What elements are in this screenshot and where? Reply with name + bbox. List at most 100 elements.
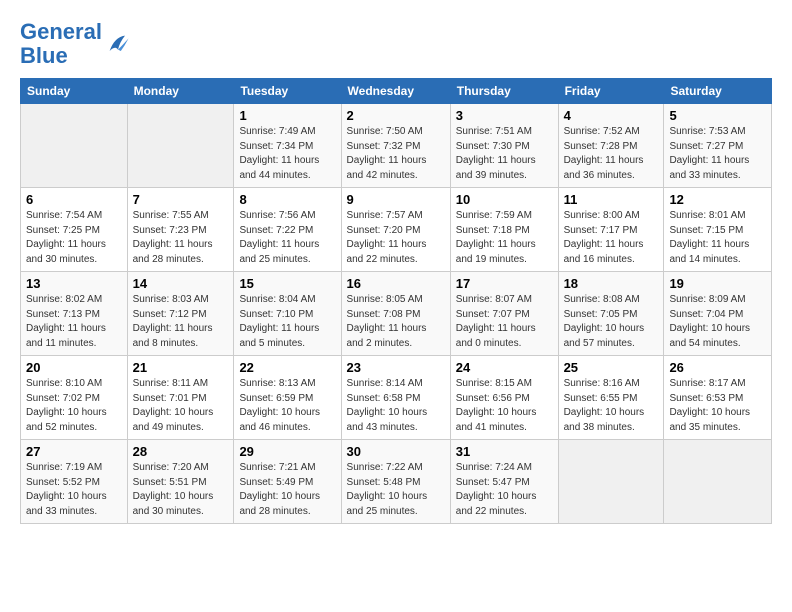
day-info: Sunrise: 7:19 AM Sunset: 5:52 PM Dayligh…: [26, 461, 122, 519]
day-info: Sunrise: 8:15 AM Sunset: 6:56 PM Dayligh…: [456, 377, 553, 435]
day-number: 14: [133, 276, 229, 291]
day-number: 2: [347, 108, 445, 123]
day-number: 6: [26, 192, 122, 207]
day-number: 12: [669, 192, 766, 207]
day-number: 9: [347, 192, 445, 207]
day-number: 31: [456, 444, 553, 459]
day-number: 26: [669, 360, 766, 375]
day-cell: [21, 104, 128, 188]
day-cell: 8 Sunrise: 7:56 AM Sunset: 7:22 PM Daylig…: [234, 188, 341, 272]
day-cell: 24 Sunrise: 8:15 AM Sunset: 6:56 PM Dayli…: [450, 356, 558, 440]
day-number: 24: [456, 360, 553, 375]
day-cell: 20 Sunrise: 8:10 AM Sunset: 7:02 PM Dayli…: [21, 356, 128, 440]
day-number: 10: [456, 192, 553, 207]
day-info: Sunrise: 8:14 AM Sunset: 6:58 PM Dayligh…: [347, 377, 445, 435]
day-info: Sunrise: 8:16 AM Sunset: 6:55 PM Dayligh…: [564, 377, 659, 435]
day-number: 3: [456, 108, 553, 123]
day-cell: 29 Sunrise: 7:21 AM Sunset: 5:49 PM Dayli…: [234, 440, 341, 524]
day-cell: 30 Sunrise: 7:22 AM Sunset: 5:48 PM Dayli…: [341, 440, 450, 524]
day-number: 25: [564, 360, 659, 375]
day-number: 16: [347, 276, 445, 291]
day-number: 28: [133, 444, 229, 459]
day-number: 29: [239, 444, 335, 459]
day-cell: 3 Sunrise: 7:51 AM Sunset: 7:30 PM Daylig…: [450, 104, 558, 188]
day-info: Sunrise: 8:11 AM Sunset: 7:01 PM Dayligh…: [133, 377, 229, 435]
day-info: Sunrise: 7:57 AM Sunset: 7:20 PM Dayligh…: [347, 209, 445, 267]
day-cell: 13 Sunrise: 8:02 AM Sunset: 7:13 PM Dayli…: [21, 272, 128, 356]
weekday-header-wednesday: Wednesday: [341, 79, 450, 104]
week-row-3: 13 Sunrise: 8:02 AM Sunset: 7:13 PM Dayli…: [21, 272, 772, 356]
day-cell: 28Sunrise: 7:20 AM Sunset: 5:51 PM Dayli…: [127, 440, 234, 524]
day-info: Sunrise: 7:54 AM Sunset: 7:25 PM Dayligh…: [26, 209, 122, 267]
day-info: Sunrise: 7:49 AM Sunset: 7:34 PM Dayligh…: [239, 125, 335, 183]
day-cell: 25 Sunrise: 8:16 AM Sunset: 6:55 PM Dayli…: [558, 356, 664, 440]
day-info: Sunrise: 7:52 AM Sunset: 7:28 PM Dayligh…: [564, 125, 659, 183]
day-number: 21: [133, 360, 229, 375]
day-number: 18: [564, 276, 659, 291]
week-row-4: 20 Sunrise: 8:10 AM Sunset: 7:02 PM Dayli…: [21, 356, 772, 440]
header: General Blue: [20, 16, 772, 68]
day-number: 19: [669, 276, 766, 291]
day-info: Sunrise: 7:50 AM Sunset: 7:32 PM Dayligh…: [347, 125, 445, 183]
week-row-2: 6 Sunrise: 7:54 AM Sunset: 7:25 PM Daylig…: [21, 188, 772, 272]
page: General Blue SundayMondayTuesdayWednesda…: [0, 0, 792, 544]
day-info: Sunrise: 7:21 AM Sunset: 5:49 PM Dayligh…: [239, 461, 335, 519]
day-info: Sunrise: 7:22 AM Sunset: 5:48 PM Dayligh…: [347, 461, 445, 519]
day-cell: 7 Sunrise: 7:55 AM Sunset: 7:23 PM Daylig…: [127, 188, 234, 272]
week-row-1: 1 Sunrise: 7:49 AM Sunset: 7:34 PM Daylig…: [21, 104, 772, 188]
day-cell: 1 Sunrise: 7:49 AM Sunset: 7:34 PM Daylig…: [234, 104, 341, 188]
day-number: 4: [564, 108, 659, 123]
day-cell: 15 Sunrise: 8:04 AM Sunset: 7:10 PM Dayli…: [234, 272, 341, 356]
day-number: 15: [239, 276, 335, 291]
weekday-header-row: SundayMondayTuesdayWednesdayThursdayFrid…: [21, 79, 772, 104]
day-info: Sunrise: 8:00 AM Sunset: 7:17 PM Dayligh…: [564, 209, 659, 267]
day-info: Sunrise: 7:59 AM Sunset: 7:18 PM Dayligh…: [456, 209, 553, 267]
weekday-header-sunday: Sunday: [21, 79, 128, 104]
day-number: 8: [239, 192, 335, 207]
day-cell: 2 Sunrise: 7:50 AM Sunset: 7:32 PM Daylig…: [341, 104, 450, 188]
day-cell: 11 Sunrise: 8:00 AM Sunset: 7:17 PM Dayli…: [558, 188, 664, 272]
day-cell: [664, 440, 772, 524]
day-info: Sunrise: 8:04 AM Sunset: 7:10 PM Dayligh…: [239, 293, 335, 351]
logo-text: General Blue: [20, 20, 102, 68]
day-cell: 4 Sunrise: 7:52 AM Sunset: 7:28 PM Daylig…: [558, 104, 664, 188]
day-number: 7: [133, 192, 229, 207]
day-info: Sunrise: 8:05 AM Sunset: 7:08 PM Dayligh…: [347, 293, 445, 351]
day-number: 1: [239, 108, 335, 123]
day-cell: 14 Sunrise: 8:03 AM Sunset: 7:12 PM Dayli…: [127, 272, 234, 356]
day-number: 13: [26, 276, 122, 291]
logo-bird-icon: [104, 30, 132, 58]
day-info: Sunrise: 8:17 AM Sunset: 6:53 PM Dayligh…: [669, 377, 766, 435]
day-number: 11: [564, 192, 659, 207]
day-info: Sunrise: 8:10 AM Sunset: 7:02 PM Dayligh…: [26, 377, 122, 435]
day-cell: 9 Sunrise: 7:57 AM Sunset: 7:20 PM Daylig…: [341, 188, 450, 272]
day-cell: 5Sunrise: 7:53 AM Sunset: 7:27 PM Daylig…: [664, 104, 772, 188]
weekday-header-tuesday: Tuesday: [234, 79, 341, 104]
weekday-header-monday: Monday: [127, 79, 234, 104]
day-cell: 21 Sunrise: 8:11 AM Sunset: 7:01 PM Dayli…: [127, 356, 234, 440]
day-info: Sunrise: 8:02 AM Sunset: 7:13 PM Dayligh…: [26, 293, 122, 351]
day-cell: 22Sunrise: 8:13 AM Sunset: 6:59 PM Dayli…: [234, 356, 341, 440]
day-info: Sunrise: 8:07 AM Sunset: 7:07 PM Dayligh…: [456, 293, 553, 351]
weekday-header-friday: Friday: [558, 79, 664, 104]
day-cell: 6 Sunrise: 7:54 AM Sunset: 7:25 PM Daylig…: [21, 188, 128, 272]
day-cell: [127, 104, 234, 188]
weekday-header-saturday: Saturday: [664, 79, 772, 104]
day-info: Sunrise: 8:03 AM Sunset: 7:12 PM Dayligh…: [133, 293, 229, 351]
week-row-5: 27 Sunrise: 7:19 AM Sunset: 5:52 PM Dayli…: [21, 440, 772, 524]
day-number: 5: [669, 108, 766, 123]
day-cell: 19Sunrise: 8:09 AM Sunset: 7:04 PM Dayli…: [664, 272, 772, 356]
day-number: 23: [347, 360, 445, 375]
day-info: Sunrise: 8:13 AM Sunset: 6:59 PM Dayligh…: [239, 377, 335, 435]
logo-blue: Blue: [20, 43, 68, 68]
day-info: Sunrise: 7:56 AM Sunset: 7:22 PM Dayligh…: [239, 209, 335, 267]
day-number: 27: [26, 444, 122, 459]
day-number: 20: [26, 360, 122, 375]
day-cell: 31Sunrise: 7:24 AM Sunset: 5:47 PM Dayli…: [450, 440, 558, 524]
day-cell: 16 Sunrise: 8:05 AM Sunset: 7:08 PM Dayli…: [341, 272, 450, 356]
day-cell: 26 Sunrise: 8:17 AM Sunset: 6:53 PM Dayli…: [664, 356, 772, 440]
calendar-table: SundayMondayTuesdayWednesdayThursdayFrid…: [20, 78, 772, 524]
day-info: Sunrise: 7:55 AM Sunset: 7:23 PM Dayligh…: [133, 209, 229, 267]
day-info: Sunrise: 7:51 AM Sunset: 7:30 PM Dayligh…: [456, 125, 553, 183]
day-number: 30: [347, 444, 445, 459]
